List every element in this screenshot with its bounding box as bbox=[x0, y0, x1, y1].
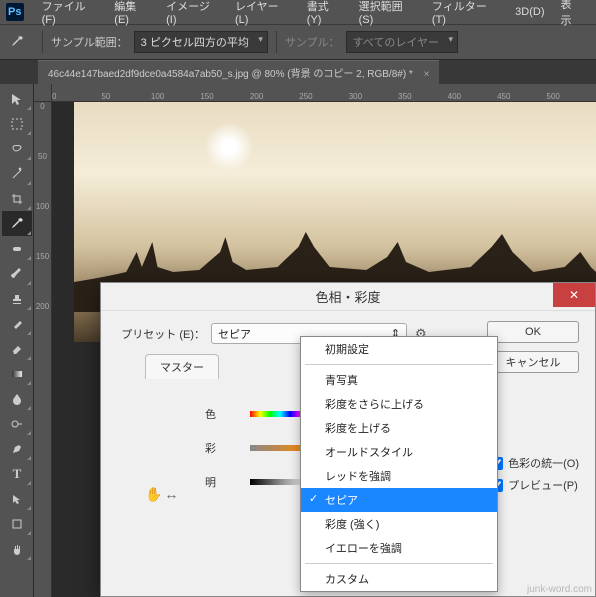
close-button[interactable]: ✕ bbox=[553, 283, 595, 307]
move-tool[interactable] bbox=[2, 86, 32, 111]
marquee-tool[interactable] bbox=[2, 111, 32, 136]
ruler-corner bbox=[34, 84, 52, 102]
options-bar: サンプル範囲： 3 ピクセル四方の平均 サンプル： すべてのレイヤー bbox=[0, 24, 596, 60]
preset-dropdown: 初期設定 青写真 彩度をさらに上げる 彩度を上げる オールドスタイル レッドを強… bbox=[300, 336, 498, 592]
sample-select[interactable]: すべてのレイヤー bbox=[346, 31, 458, 53]
dialog-titlebar[interactable]: 色相・彩度 ✕ bbox=[101, 283, 595, 311]
preset-custom[interactable]: カスタム bbox=[301, 567, 497, 591]
document-tab[interactable]: 46c44e147baed2df9dce0a4584a7ab50_s.jpg @… bbox=[38, 60, 439, 84]
crop-tool[interactable] bbox=[2, 186, 32, 211]
menu-bar: Ps ファイル(F) 編集(E) イメージ(I) レイヤー(L) 書式(Y) 選… bbox=[0, 0, 596, 24]
light-label: 明 bbox=[205, 474, 250, 490]
hand-tool[interactable] bbox=[2, 536, 32, 561]
blur-tool[interactable] bbox=[2, 386, 32, 411]
eyedropper-tool[interactable] bbox=[2, 211, 32, 236]
menu-image[interactable]: イメージ(I) bbox=[158, 0, 227, 26]
preset-sat-up[interactable]: 彩度を上げる bbox=[301, 416, 497, 440]
watermark: junk-word.com bbox=[527, 584, 592, 595]
master-tab[interactable]: マスター bbox=[145, 354, 219, 379]
preset-default[interactable]: 初期設定 bbox=[301, 337, 497, 361]
history-brush-tool[interactable] bbox=[2, 311, 32, 336]
menu-edit[interactable]: 編集(E) bbox=[106, 0, 158, 26]
eyedropper-icon[interactable] bbox=[8, 33, 26, 51]
path-select-tool[interactable] bbox=[2, 486, 32, 511]
dodge-tool[interactable] bbox=[2, 411, 32, 436]
toolbox: T bbox=[0, 84, 34, 597]
preset-sepia[interactable]: セピア bbox=[301, 488, 497, 512]
sat-label: 彩 bbox=[205, 440, 250, 456]
app-logo: Ps bbox=[6, 3, 24, 21]
lasso-tool[interactable] bbox=[2, 136, 32, 161]
heal-tool[interactable] bbox=[2, 236, 32, 261]
colorize-checkbox[interactable]: 色彩の統一(O) bbox=[490, 455, 579, 471]
type-tool[interactable]: T bbox=[2, 461, 32, 486]
preset-yellow-boost[interactable]: イエローを強調 bbox=[301, 536, 497, 560]
dialog-title: 色相・彩度 bbox=[315, 287, 380, 306]
menu-view[interactable]: 表示 bbox=[553, 0, 590, 28]
ok-button[interactable]: OK bbox=[487, 321, 579, 343]
ruler-horizontal[interactable]: 050100150200250300350400450500 bbox=[52, 84, 596, 102]
sample-size-select[interactable]: 3 ピクセル四方の平均 bbox=[134, 31, 268, 53]
brush-tool[interactable] bbox=[2, 261, 32, 286]
menu-select[interactable]: 選択範囲(S) bbox=[351, 0, 424, 26]
stamp-tool[interactable] bbox=[2, 286, 32, 311]
preset-cyanotype[interactable]: 青写真 bbox=[301, 368, 497, 392]
menu-layer[interactable]: レイヤー(L) bbox=[227, 0, 299, 26]
menu-3d[interactable]: 3D(D) bbox=[507, 6, 552, 18]
preset-label: プリセット (E)： bbox=[115, 326, 205, 342]
preset-red-boost[interactable]: レッドを強調 bbox=[301, 464, 497, 488]
document-tab-row: 46c44e147baed2df9dce0a4584a7ab50_s.jpg @… bbox=[0, 60, 596, 84]
eraser-tool[interactable] bbox=[2, 336, 32, 361]
document-title: 46c44e147baed2df9dce0a4584a7ab50_s.jpg @… bbox=[48, 69, 413, 80]
cancel-button[interactable]: キャンセル bbox=[487, 351, 579, 373]
sample-size-label: サンプル範囲： bbox=[51, 34, 128, 50]
menu-filter[interactable]: フィルター(T) bbox=[424, 0, 507, 26]
preset-oldstyle[interactable]: オールドスタイル bbox=[301, 440, 497, 464]
preset-sat-strong[interactable]: 彩度 (強く) bbox=[301, 512, 497, 536]
sample-label: サンプル： bbox=[285, 34, 340, 50]
menu-type[interactable]: 書式(Y) bbox=[299, 0, 351, 26]
ruler-vertical[interactable]: 050100150200 bbox=[34, 102, 52, 597]
preview-checkbox[interactable]: プレビュー(P) bbox=[490, 477, 579, 493]
hand-icon[interactable]: ✋↔ bbox=[145, 486, 180, 503]
wand-tool[interactable] bbox=[2, 161, 32, 186]
hue-label: 色 bbox=[205, 406, 250, 422]
menu-file[interactable]: ファイル(F) bbox=[34, 0, 107, 26]
preset-sat-more[interactable]: 彩度をさらに上げる bbox=[301, 392, 497, 416]
shape-tool[interactable] bbox=[2, 511, 32, 536]
pen-tool[interactable] bbox=[2, 436, 32, 461]
close-icon[interactable]: × bbox=[424, 69, 430, 80]
gradient-tool[interactable] bbox=[2, 361, 32, 386]
